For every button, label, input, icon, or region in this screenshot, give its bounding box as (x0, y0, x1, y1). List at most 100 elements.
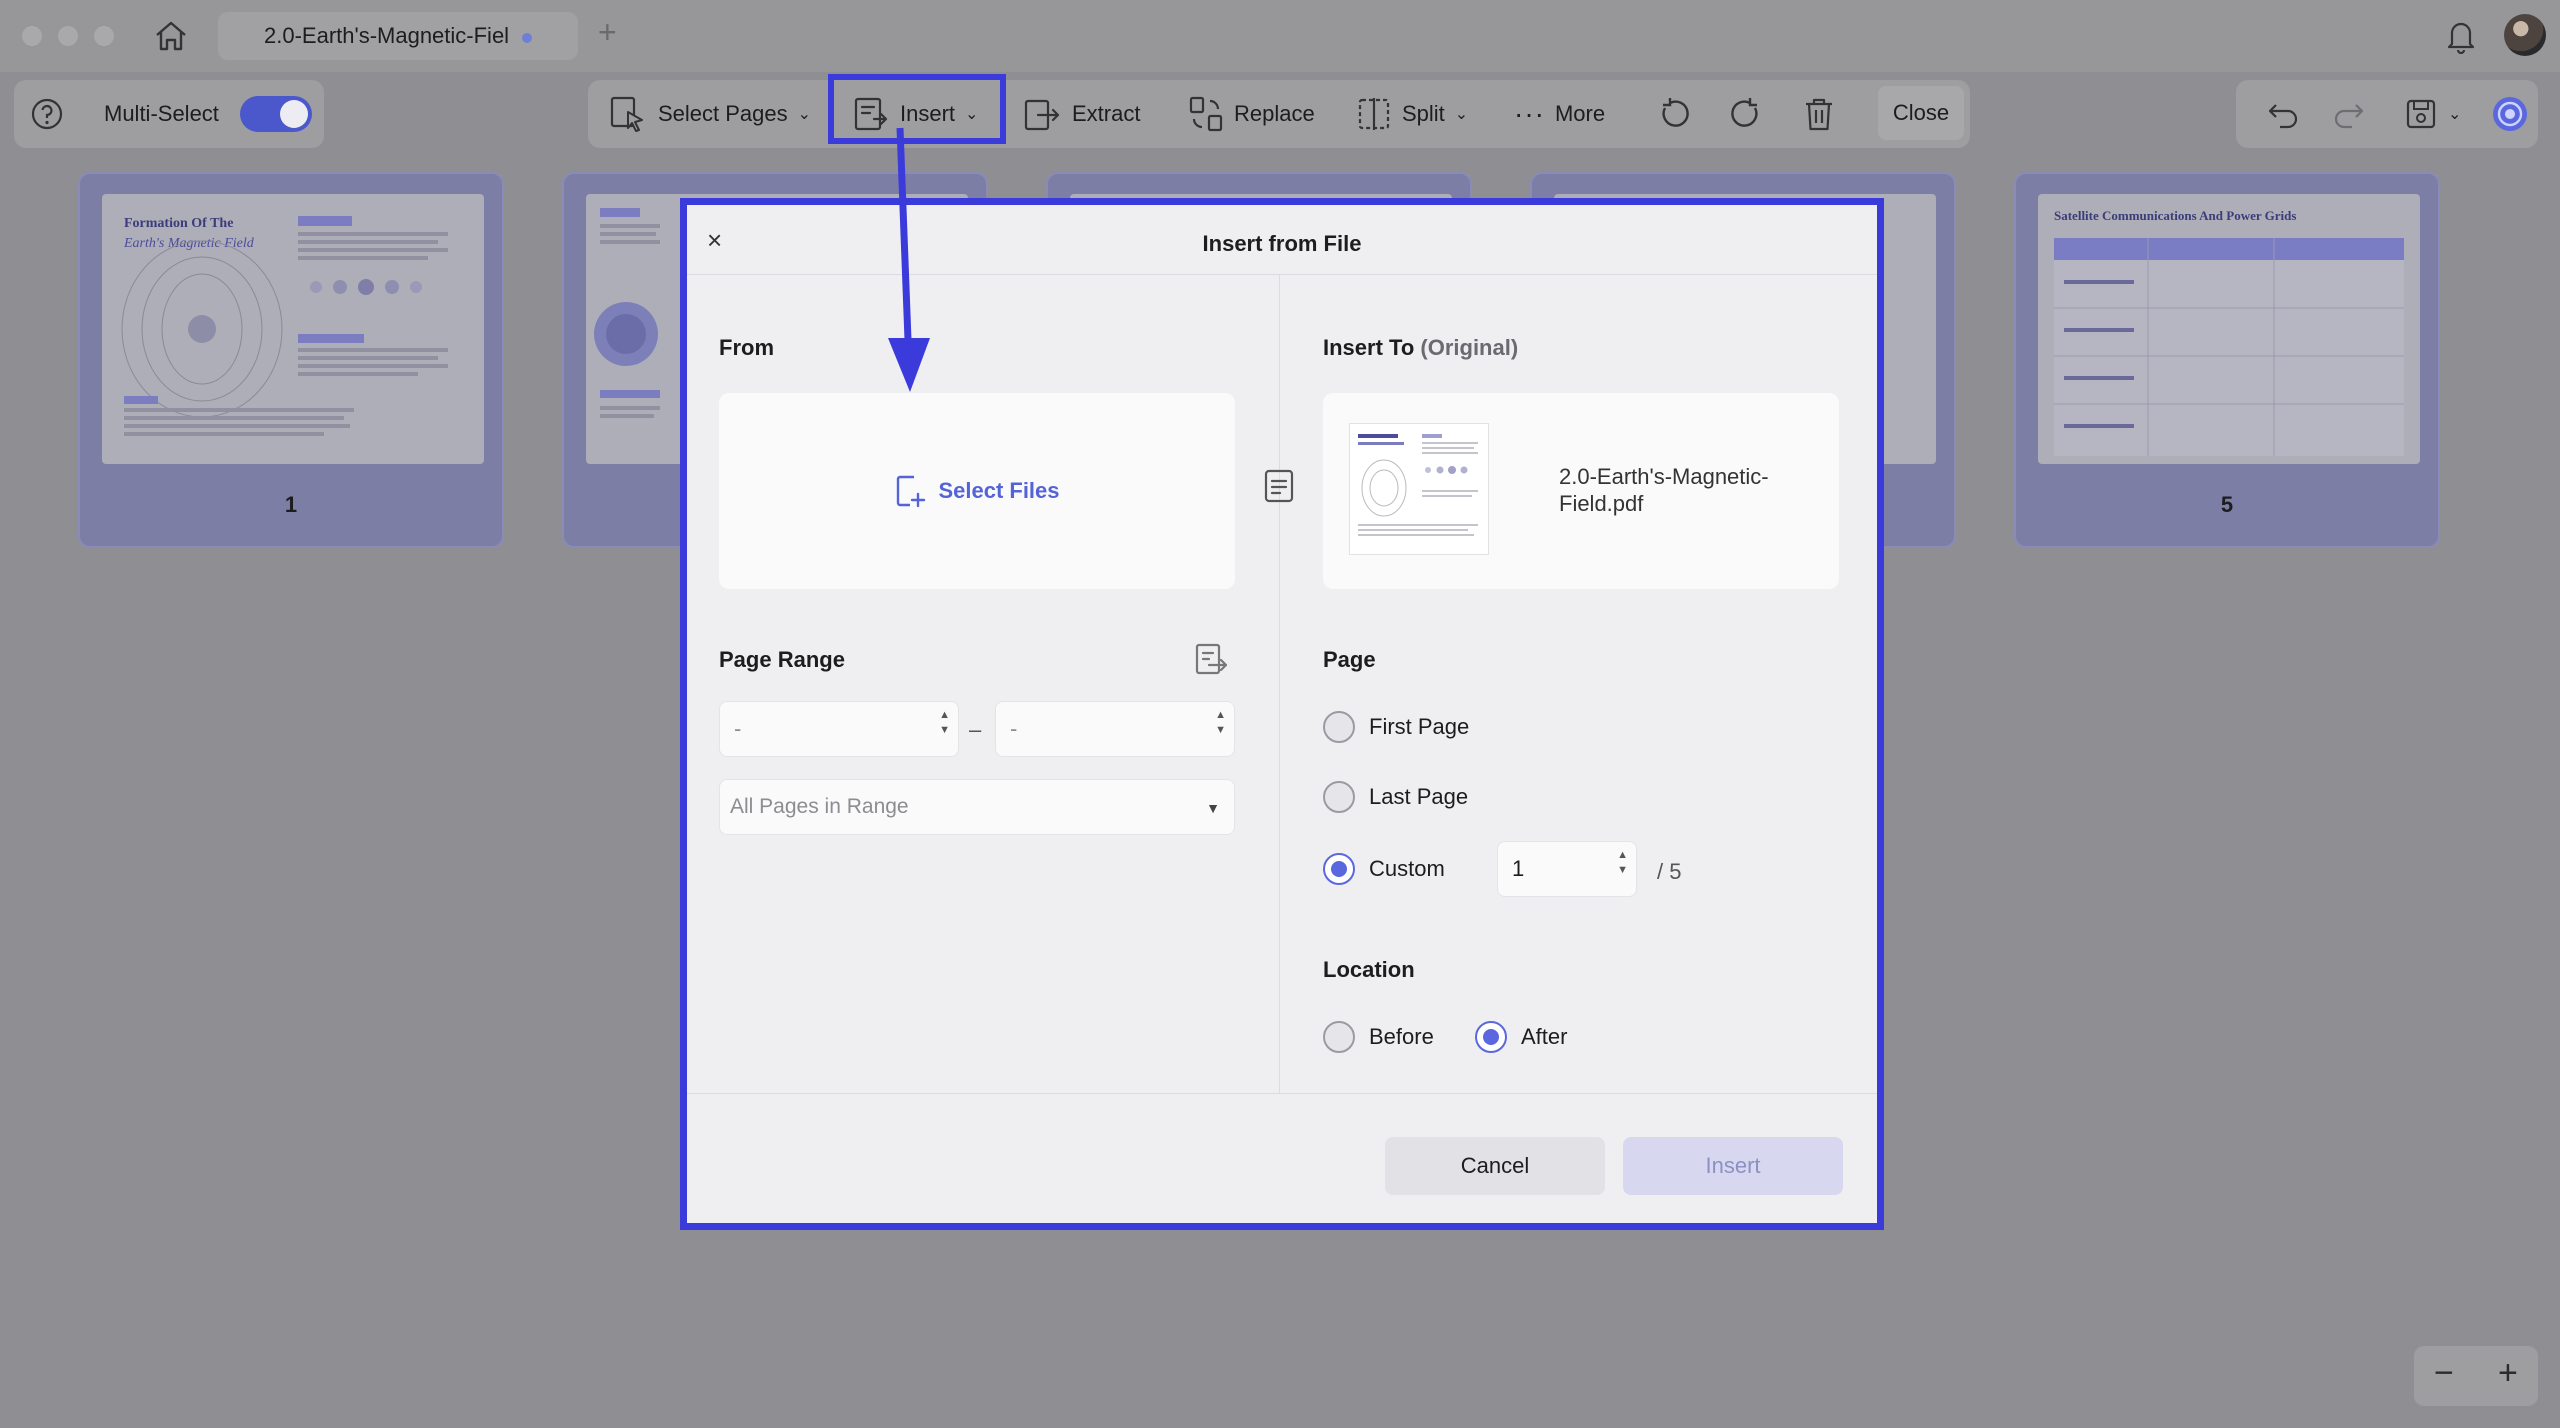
zoom-out-button[interactable]: − (2434, 1356, 2454, 1390)
rotate-left-button[interactable] (1656, 86, 1692, 142)
page-preview: Satellite Communications And Power Grids (2038, 194, 2420, 464)
page-thumbnail-1[interactable]: Formation Of The Earth's Magnetic Field … (78, 172, 504, 548)
range-start-value: - (734, 716, 742, 741)
document-tab[interactable]: 2.0-Earth's-Magnetic-Fiel (218, 12, 578, 60)
dialog-header: × Insert from File (687, 205, 1877, 275)
page-number: 1 (284, 492, 298, 517)
before-option[interactable]: Before (1323, 1021, 1434, 1053)
before-radio[interactable] (1323, 1021, 1355, 1053)
page-range-filter-select[interactable]: All Pages in Range ▼ (719, 779, 1235, 835)
page-range-label: Page Range (719, 647, 845, 672)
range-end-stepper[interactable]: - ▲ ▼ (995, 701, 1235, 757)
page-thumbnail-5[interactable]: Satellite Communications And Power Grids… (2014, 172, 2440, 548)
redo-button[interactable] (2332, 86, 2366, 142)
rotate-right-icon (1731, 98, 1758, 127)
target-file-card: 2.0-Earth's-Magnetic-Field.pdf (1323, 393, 1839, 589)
select-pages-icon (610, 96, 643, 132)
insert-to-label: Insert To (Original) (1323, 335, 1519, 360)
cancel-button[interactable]: Cancel (1385, 1137, 1605, 1195)
rotate-right-button[interactable] (1728, 86, 1764, 142)
ai-assistant-icon (2493, 97, 2527, 131)
custom-page-radio[interactable] (1323, 853, 1355, 885)
notifications-button[interactable] (2444, 18, 2478, 59)
column-divider (1279, 275, 1280, 1093)
reverse-range-icon (1195, 643, 1228, 675)
dialog-title: Insert from File (1202, 231, 1362, 256)
after-option[interactable]: After (1475, 1021, 1567, 1053)
more-button[interactable]: ··· More (1514, 86, 1605, 142)
save-button[interactable]: ⌄ (2404, 86, 2461, 142)
window-minimize-button[interactable] (58, 26, 78, 46)
last-page-option[interactable]: Last Page (1323, 781, 1468, 813)
page-preview: Formation Of The Earth's Magnetic Field (102, 194, 484, 464)
swap-direction-button[interactable] (1261, 467, 1297, 512)
undo-icon (2268, 104, 2298, 129)
caret-down-icon: ▼ (1206, 800, 1220, 816)
title-bar: 2.0-Earth's-Magnetic-Fiel + (0, 0, 2560, 72)
replace-icon (1189, 96, 1223, 132)
bell-icon (2447, 22, 2475, 55)
window-zoom-button[interactable] (94, 26, 114, 46)
home-button[interactable] (150, 16, 192, 56)
user-avatar[interactable] (2504, 14, 2546, 56)
range-separator: – (969, 717, 982, 742)
first-page-radio[interactable] (1323, 711, 1355, 743)
extract-icon (1024, 99, 1060, 131)
swap-document-icon (1264, 469, 1294, 503)
select-files-dropzone[interactable]: Select Files (719, 393, 1235, 589)
more-dots-icon: ··· (1514, 98, 1545, 129)
stepper-arrows-icon[interactable]: ▲ ▼ (1617, 850, 1628, 876)
close-button[interactable]: Close (1878, 86, 1964, 140)
replace-button[interactable]: Replace (1188, 86, 1315, 142)
insert-to-note: (Original) (1420, 335, 1519, 360)
stepper-arrows-icon[interactable]: ▲ ▼ (939, 710, 950, 736)
custom-page-option[interactable]: Custom (1323, 853, 1445, 885)
insert-from-file-dialog: × Insert from File From Select Files Pag… (680, 198, 1884, 1230)
unsaved-indicator (522, 33, 532, 43)
target-file-thumbnail (1349, 423, 1489, 555)
footer-divider (687, 1093, 1877, 1094)
tab-title: 2.0-Earth's-Magnetic-Fiel (264, 23, 510, 48)
reverse-range-button[interactable] (1193, 641, 1229, 686)
chevron-down-icon: ⌄ (1454, 106, 1469, 123)
window-close-button[interactable] (22, 26, 42, 46)
split-icon (1358, 98, 1390, 130)
table-illustration (2054, 238, 2404, 456)
page-range-filter-value: All Pages in Range (730, 795, 909, 818)
target-file-name: 2.0-Earth's-Magnetic-Field.pdf (1559, 464, 1769, 516)
first-page-option[interactable]: First Page (1323, 711, 1469, 743)
chevron-down-icon: ⌄ (2448, 106, 2462, 123)
add-file-icon (897, 475, 926, 508)
zoom-controls (2414, 1346, 2538, 1406)
ai-assistant-button[interactable] (2490, 86, 2530, 142)
range-end-value: - (1010, 716, 1018, 741)
after-radio[interactable] (1475, 1021, 1507, 1053)
multi-select-label: Multi-Select (104, 101, 219, 126)
delete-button[interactable] (1802, 86, 1836, 142)
range-start-stepper[interactable]: - ▲ ▼ (719, 701, 959, 757)
split-button[interactable]: Split ⌄ (1356, 86, 1468, 142)
insert-confirm-button[interactable]: Insert (1623, 1137, 1843, 1195)
page-total: / 5 (1657, 859, 1682, 884)
help-button[interactable] (30, 86, 64, 142)
undo-button[interactable] (2266, 86, 2300, 142)
help-icon (31, 98, 63, 130)
extract-button[interactable]: Extract (1022, 86, 1140, 142)
stepper-arrows-icon[interactable]: ▲ ▼ (1215, 710, 1226, 736)
custom-page-value: 1 (1512, 856, 1525, 881)
custom-page-stepper[interactable]: 1 ▲ ▼ (1497, 841, 1637, 897)
page-label: Page (1323, 647, 1376, 672)
target-page-illustration (1358, 434, 1478, 536)
zoom-in-button[interactable]: + (2498, 1356, 2518, 1390)
new-tab-button[interactable]: + (598, 14, 617, 51)
multi-select-toggle[interactable] (240, 96, 312, 132)
select-pages-button[interactable]: Select Pages ⌄ (608, 86, 811, 142)
page-number: 5 (2220, 492, 2234, 517)
chevron-down-icon: ⌄ (797, 106, 812, 123)
insert-highlight-box (828, 74, 1006, 144)
location-label: Location (1323, 957, 1415, 982)
magnetic-field-illustration (121, 216, 448, 436)
rotate-left-icon (1662, 98, 1689, 127)
select-files-label: Select Files (938, 478, 1060, 503)
last-page-radio[interactable] (1323, 781, 1355, 813)
